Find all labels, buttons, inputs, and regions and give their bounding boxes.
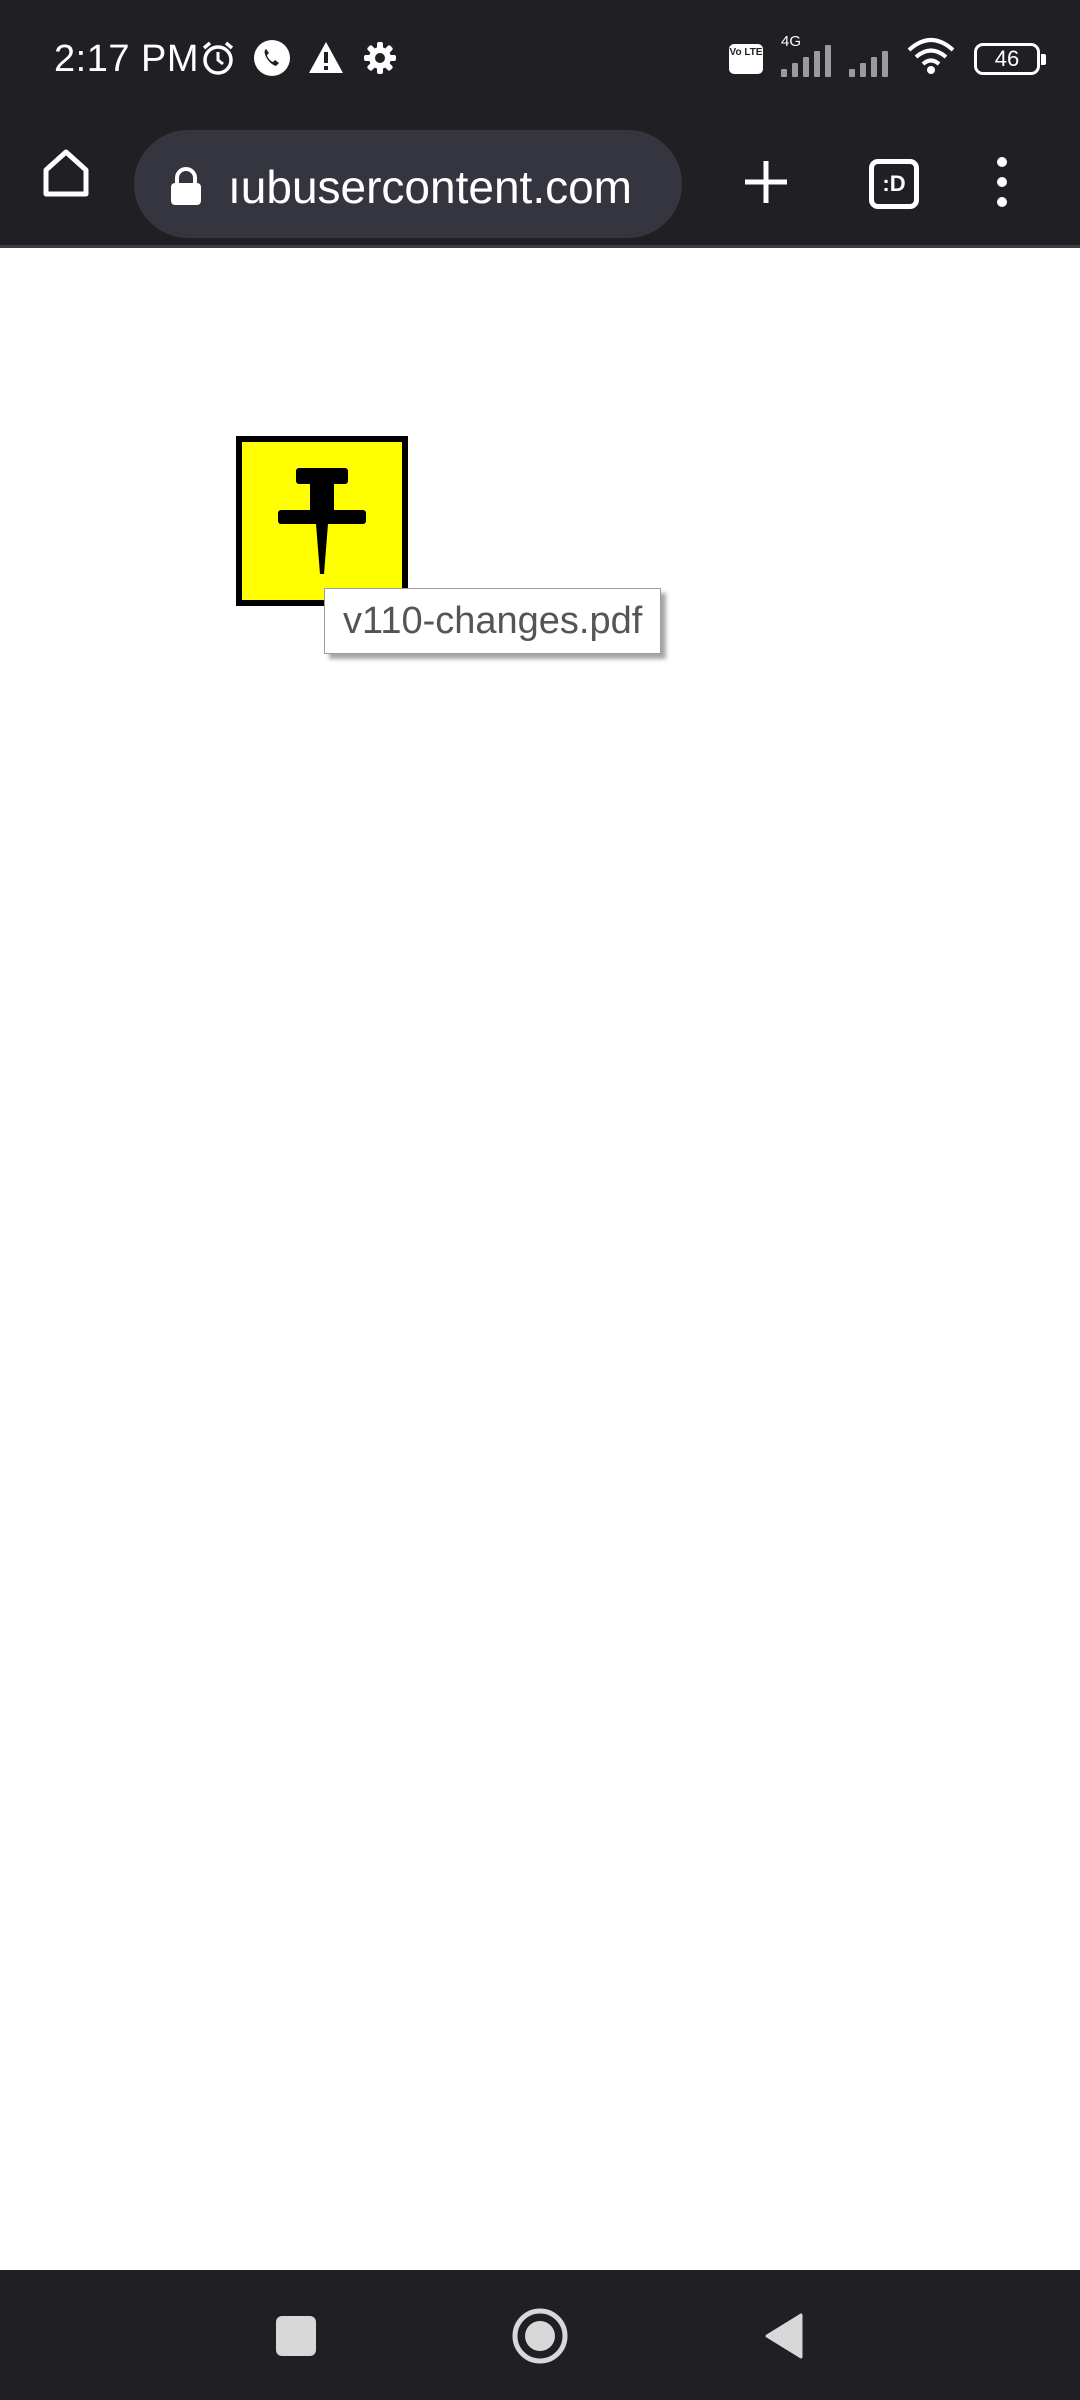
pushpin-icon — [278, 468, 366, 574]
square-icon — [275, 2315, 317, 2362]
home-nav-button[interactable] — [500, 2298, 580, 2378]
browser-toolbar: ıubusercontent.com :D — [0, 118, 1080, 248]
more-vertical-icon — [992, 154, 1012, 215]
signal-no-service-icon — [849, 41, 888, 77]
tab-switcher-button[interactable]: :D — [858, 138, 930, 230]
wifi-icon — [906, 36, 956, 81]
url-text[interactable]: ıubusercontent.com — [228, 160, 658, 214]
recents-button[interactable] — [256, 2298, 336, 2378]
home-button[interactable] — [30, 138, 102, 210]
status-time: 2:17 PM — [54, 38, 200, 80]
tab-switcher-icon: :D — [869, 159, 919, 209]
call-icon — [252, 38, 292, 78]
status-bar: 2:17 PM Vo LTE 4G 46 — [0, 0, 1080, 118]
address-bar[interactable]: ıubusercontent.com — [134, 118, 682, 248]
file-tooltip: v110-changes.pdf — [324, 588, 662, 654]
alarm-icon — [198, 38, 238, 78]
lock-icon[interactable] — [168, 166, 204, 206]
home-icon — [38, 144, 94, 205]
page-content: v110-changes.pdf — [0, 248, 1080, 2270]
back-triangle-icon — [763, 2312, 805, 2365]
status-system-icons: Vo LTE 4G 46 — [729, 33, 1046, 81]
pdf-file-icon[interactable] — [236, 436, 408, 606]
network-type-label: 4G — [781, 32, 802, 50]
settings-gear-icon — [360, 38, 400, 78]
menu-button[interactable] — [966, 138, 1038, 230]
status-notification-icons — [198, 38, 400, 78]
signal-strength-icon: 4G — [781, 33, 831, 77]
omnibox[interactable]: ıubusercontent.com — [134, 130, 682, 238]
warning-icon — [306, 38, 346, 78]
circle-icon — [511, 2307, 569, 2370]
system-nav-bar — [0, 2270, 1080, 2400]
plus-icon — [741, 157, 791, 212]
new-tab-button[interactable] — [730, 138, 802, 230]
battery-icon: 46 — [974, 42, 1046, 75]
volte-icon: Vo LTE — [729, 43, 763, 74]
back-button[interactable] — [744, 2298, 824, 2378]
